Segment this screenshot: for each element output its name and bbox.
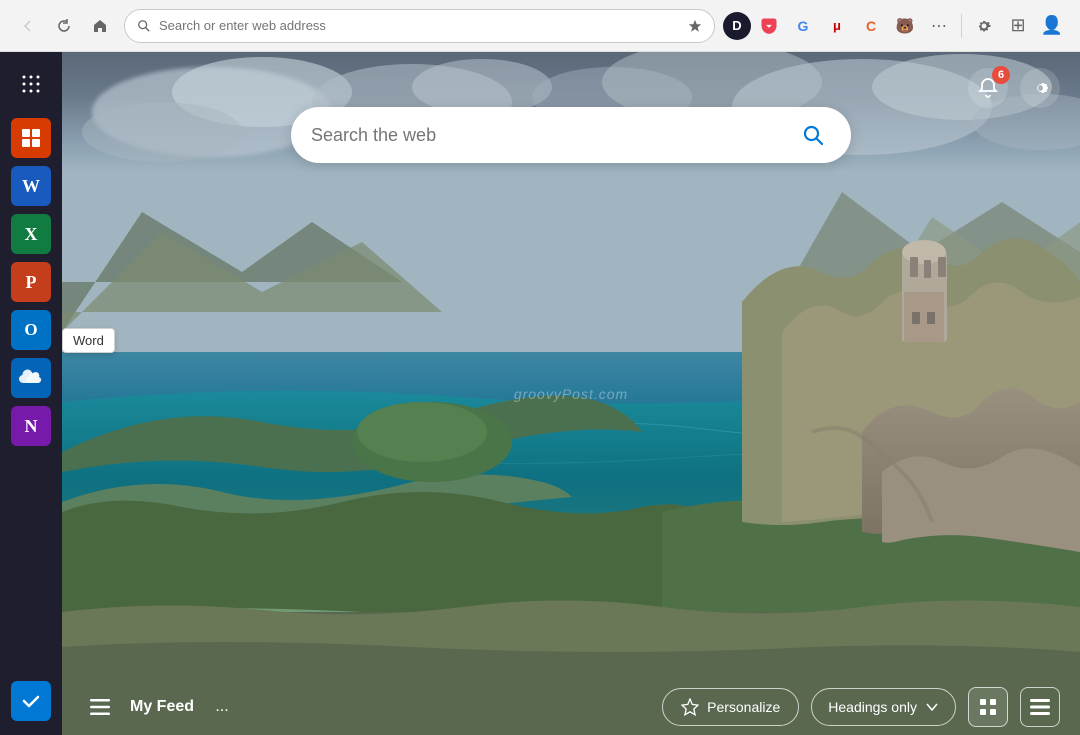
list-view-button[interactable] <box>1020 687 1060 727</box>
ublock-icon[interactable]: μ <box>821 10 853 42</box>
sidebar-item-onedrive[interactable] <box>11 358 51 398</box>
feed-more-button[interactable]: ... <box>206 691 238 723</box>
sidebar-apps-grid-button[interactable] <box>11 64 51 104</box>
grid-view-icon <box>978 697 998 717</box>
word-tooltip: Word <box>62 328 115 353</box>
hero-area: groovyPost.com 6 <box>62 52 1080 735</box>
profile-icon[interactable]: D <box>723 12 751 40</box>
main-container: W X P O N Word <box>0 52 1080 735</box>
search-button[interactable] <box>795 117 831 153</box>
user-profile-icon[interactable]: 👤 <box>1036 10 1068 42</box>
sidebar-bottom <box>11 679 51 723</box>
headings-only-button[interactable]: Headings only <box>811 688 956 726</box>
collections-icon[interactable]: ⊞ <box>1002 10 1034 42</box>
top-right-controls: 6 <box>968 68 1060 108</box>
c-extension-icon[interactable]: C <box>855 10 887 42</box>
nav-buttons <box>12 10 116 42</box>
refresh-button[interactable] <box>48 10 80 42</box>
search-bar <box>291 107 851 163</box>
hamburger-button[interactable] <box>82 689 118 725</box>
notification-badge: 6 <box>992 66 1010 84</box>
personalize-button[interactable]: Personalize <box>662 688 799 726</box>
grid-dots-icon <box>21 74 41 94</box>
sidebar-item-outlook[interactable]: O <box>11 310 51 350</box>
hamburger-icon <box>90 699 110 715</box>
address-input[interactable] <box>159 18 680 33</box>
gear-icon <box>1029 77 1051 99</box>
my-feed-label: My Feed <box>130 698 194 716</box>
bear-icon[interactable]: 🐻 <box>889 10 921 42</box>
more-extensions-icon[interactable]: ⋯ <box>923 10 955 42</box>
notifications-button[interactable]: 6 <box>968 68 1008 108</box>
sidebar-item-powerpoint[interactable]: P <box>11 262 51 302</box>
search-overlay <box>291 107 851 163</box>
sidebar-item-office[interactable] <box>11 118 51 158</box>
list-view-icon <box>1030 699 1050 715</box>
sidebar-item-excel[interactable]: X <box>11 214 51 254</box>
headings-label: Headings only <box>828 699 917 715</box>
sidebar-item-todo[interactable] <box>11 681 51 721</box>
settings-extension-icon[interactable] <box>968 10 1000 42</box>
personalize-label: Personalize <box>707 699 780 715</box>
star-icon <box>688 19 702 33</box>
watermark: groovyPost.com <box>514 386 628 402</box>
search-input[interactable] <box>311 125 783 146</box>
g-extension-icon[interactable]: G <box>787 10 819 42</box>
sidebar-item-onenote[interactable]: N <box>11 406 51 446</box>
back-button[interactable] <box>12 10 44 42</box>
address-bar[interactable] <box>124 9 715 43</box>
toolbar-separator <box>961 14 962 38</box>
search-icon <box>137 19 151 33</box>
search-submit-icon <box>801 123 825 147</box>
grid-view-button[interactable] <box>968 687 1008 727</box>
page-settings-button[interactable] <box>1020 68 1060 108</box>
sidebar-item-word[interactable]: W <box>11 166 51 206</box>
tooltip-label: Word <box>73 333 104 348</box>
home-button[interactable] <box>84 10 116 42</box>
chevron-down-icon <box>925 700 939 714</box>
bottom-bar: My Feed ... Personalize Headings only <box>62 679 1080 735</box>
pocket-icon[interactable] <box>753 10 785 42</box>
sidebar: W X P O N <box>0 52 62 735</box>
star-personalize-icon <box>681 698 699 716</box>
toolbar-icons: D G μ C 🐻 ⋯ ⊞ 👤 <box>723 10 1068 42</box>
browser-chrome: D G μ C 🐻 ⋯ ⊞ 👤 <box>0 0 1080 52</box>
